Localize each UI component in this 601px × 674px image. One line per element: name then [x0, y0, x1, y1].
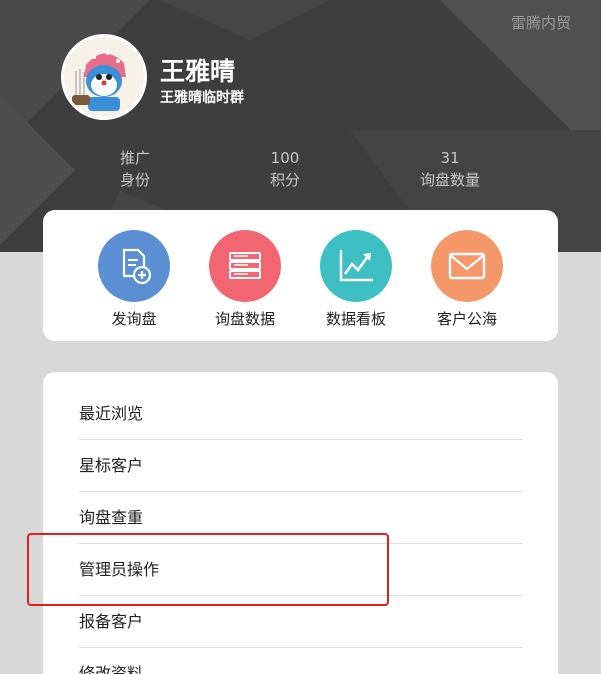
stat-identity: 推广 身份	[75, 147, 195, 191]
action-label: 数据看板	[325, 310, 386, 328]
stat-value: 100	[270, 149, 300, 167]
action-inquiry-data[interactable]: 询盘数据	[200, 230, 290, 329]
stat-label: 身份	[119, 171, 150, 189]
quick-actions-card: 发询盘 询盘数据 数据看板 客户公海	[43, 210, 558, 341]
avatar-image	[64, 37, 144, 117]
action-post-inquiry[interactable]: 发询盘	[89, 230, 179, 329]
menu-item-admin-actions[interactable]: 管理员操作	[79, 544, 522, 596]
stat-label: 积分	[269, 171, 300, 189]
action-label: 询盘数据	[214, 310, 275, 328]
menu-item-report-customers[interactable]: 报备客户	[79, 596, 522, 648]
action-data-dashboard[interactable]: 数据看板	[311, 230, 401, 329]
menu-item-inquiry-dedup[interactable]: 询盘查重	[79, 492, 522, 544]
chart-line-icon	[320, 230, 392, 302]
user-group: 王雅晴临时群	[160, 90, 244, 106]
menu-card: 最近浏览 星标客户 询盘查重 管理员操作 报备客户 修改资料	[43, 372, 558, 674]
action-label: 客户公海	[436, 310, 497, 328]
menu-item-starred-customers[interactable]: 星标客户	[79, 440, 522, 492]
menu-item-recent-views[interactable]: 最近浏览	[79, 388, 522, 440]
action-label: 发询盘	[111, 310, 157, 328]
user-name: 王雅晴	[160, 57, 236, 86]
avatar[interactable]	[61, 34, 147, 120]
stack-icon	[209, 230, 281, 302]
document-add-icon	[98, 230, 170, 302]
stat-label: 询盘数量	[419, 171, 480, 189]
envelope-icon	[431, 230, 503, 302]
stat-value: 31	[440, 149, 460, 167]
action-customer-pool[interactable]: 客户公海	[422, 230, 512, 329]
stat-value: 推广	[119, 149, 150, 167]
company-label: 雷腾内贸	[510, 14, 571, 32]
stat-points: 100 积分	[225, 147, 345, 191]
menu-item-edit-profile[interactable]: 修改资料	[79, 648, 522, 674]
stat-inquiry-count: 31 询盘数量	[390, 147, 510, 191]
